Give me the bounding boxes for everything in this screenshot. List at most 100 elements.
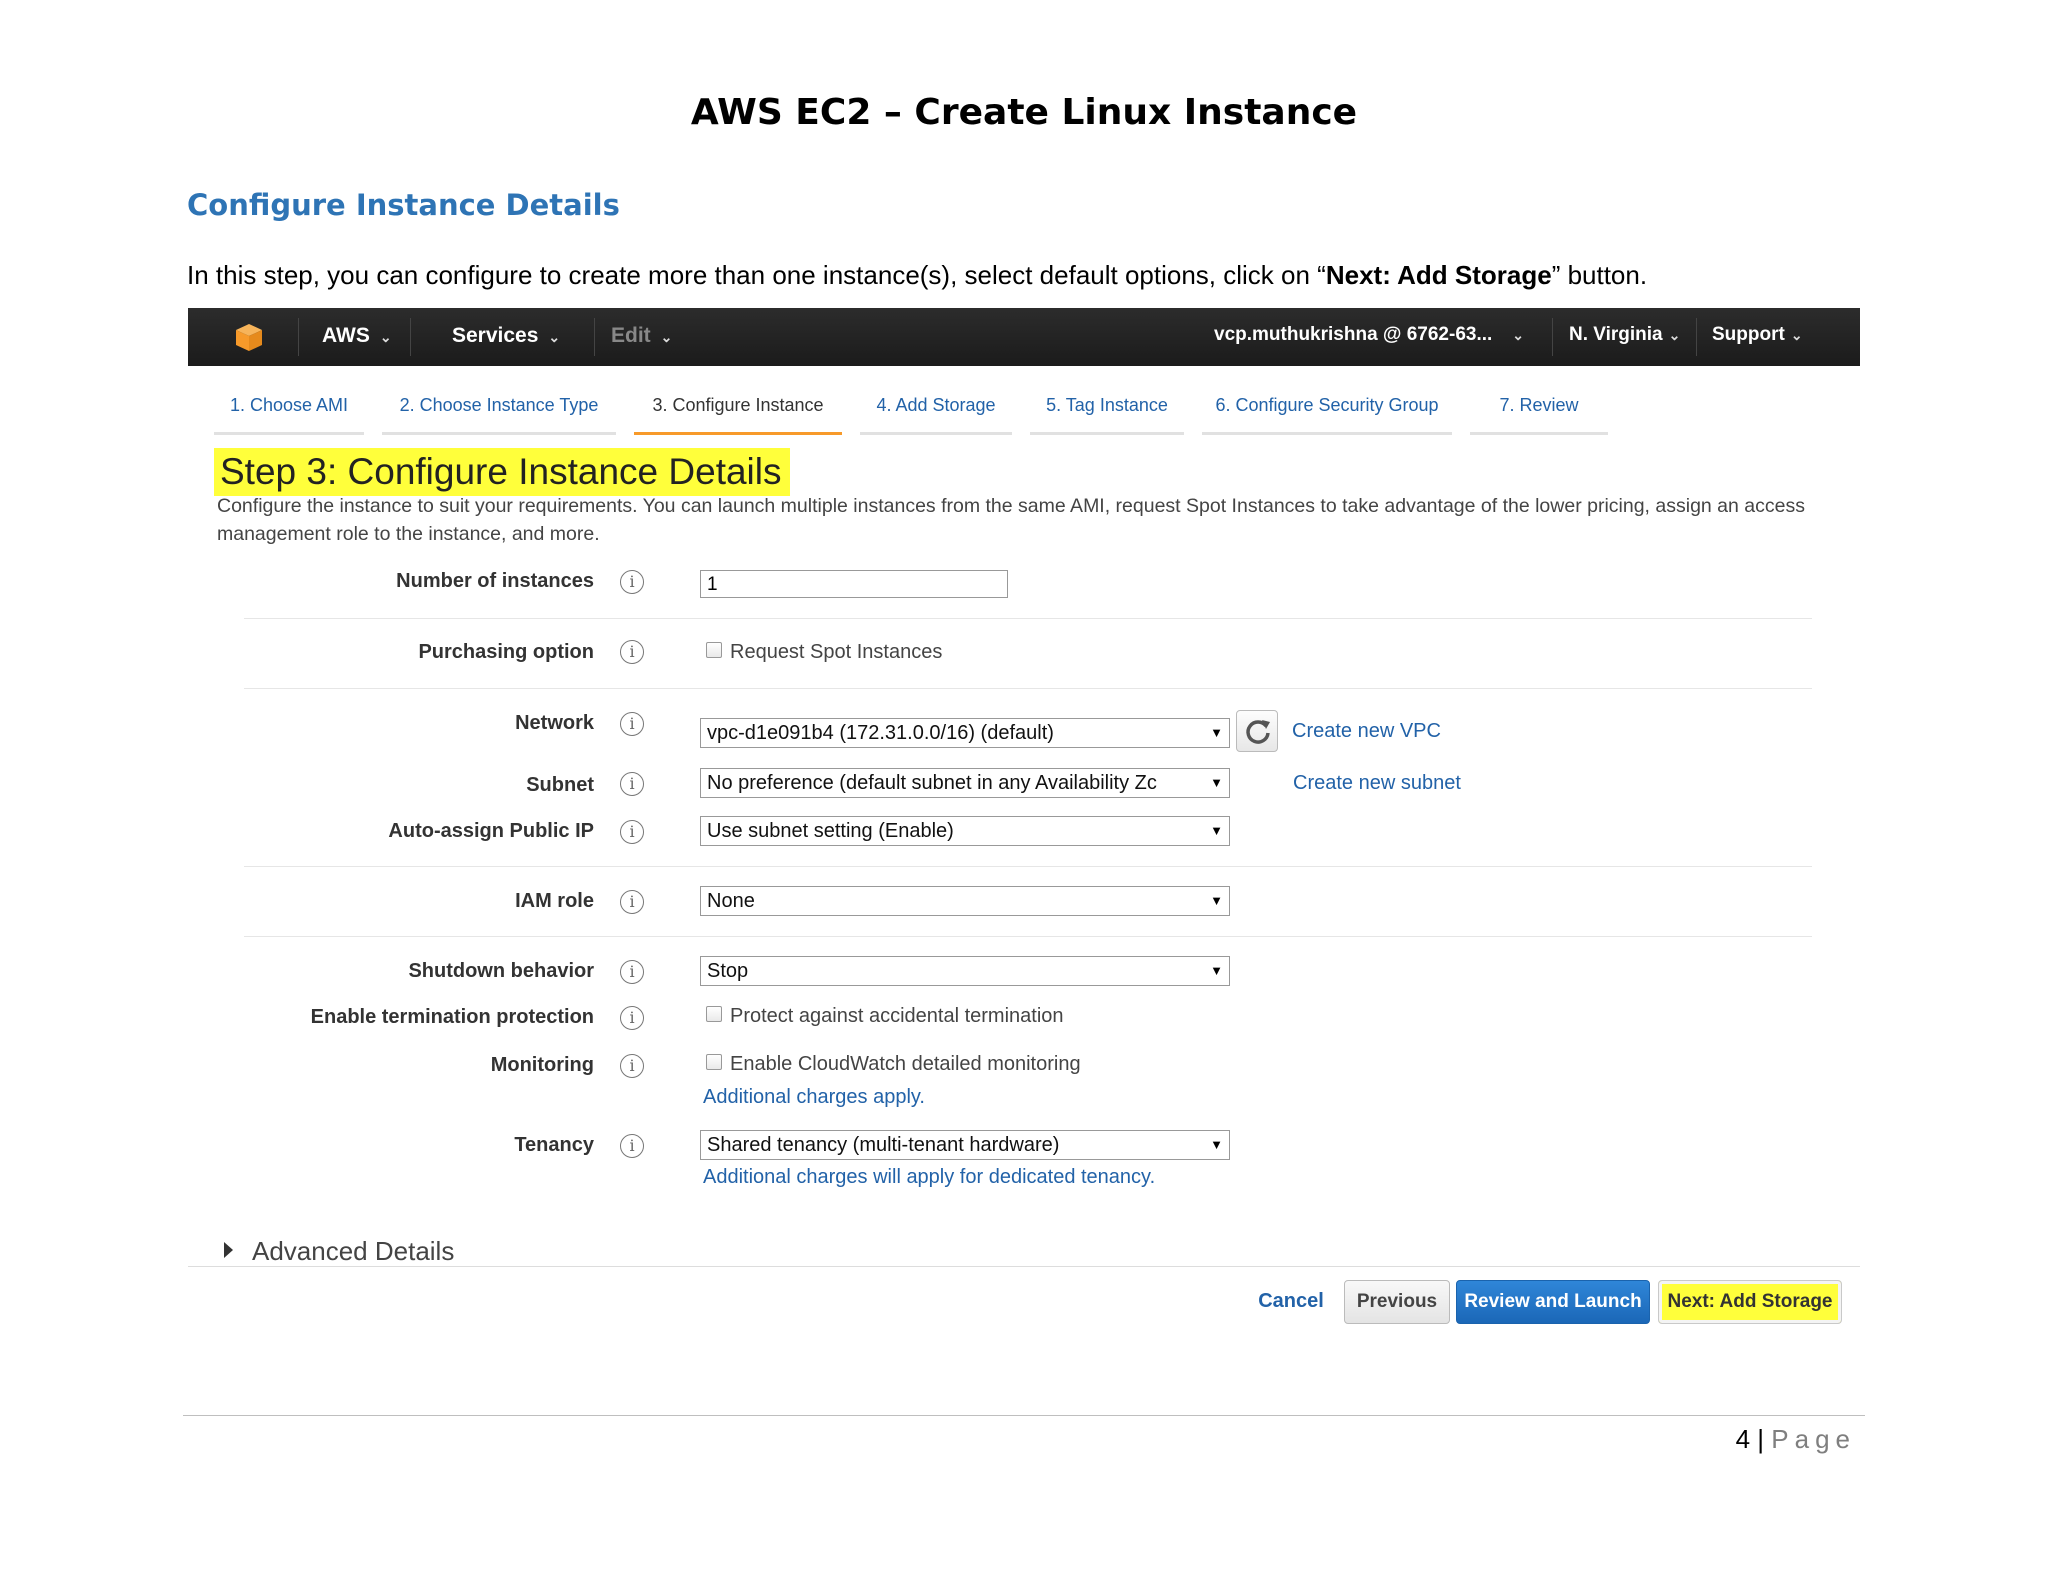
dropdown-arrow-icon: ▼ xyxy=(1210,725,1223,740)
dedicated-tenancy-charges-link[interactable]: Additional charges will apply for dedica… xyxy=(703,1166,1155,1189)
create-new-vpc-link[interactable]: Create new VPC xyxy=(1292,720,1441,743)
cloudwatch-monitoring-checkbox[interactable] xyxy=(706,1054,722,1070)
chevron-down-icon: ⌄ xyxy=(548,329,561,345)
info-icon[interactable]: i xyxy=(620,1054,644,1078)
iam-role-select[interactable]: None ▼ xyxy=(700,886,1230,916)
dropdown-arrow-icon: ▼ xyxy=(1210,963,1223,978)
info-icon[interactable]: i xyxy=(620,960,644,984)
document-title: AWS EC2 – Create Linux Instance xyxy=(690,92,1358,133)
aws-cube-icon[interactable] xyxy=(234,322,264,352)
number-of-instances-input[interactable]: 1 xyxy=(700,570,1008,598)
navbar-divider xyxy=(1552,318,1553,356)
auto-assign-public-ip-value: Use subnet setting (Enable) xyxy=(707,820,954,842)
tenancy-value: Shared tenancy (multi-tenant hardware) xyxy=(707,1134,1060,1156)
services-menu-label: Services xyxy=(452,324,539,347)
cancel-button[interactable]: Cancel xyxy=(1246,1280,1336,1324)
aws-console-screenshot: AWS ⌄ Services ⌄ Edit ⌄ vcp.muthukrishna @ … xyxy=(188,308,1860,1330)
instruction-text-end: ” button. xyxy=(1551,260,1648,290)
info-icon[interactable]: i xyxy=(620,772,644,796)
navbar-divider xyxy=(1696,318,1697,356)
navbar-divider xyxy=(410,318,411,356)
monitoring-label: Monitoring xyxy=(490,1054,594,1076)
tab-configure-instance[interactable]: 3. Configure Instance xyxy=(634,390,842,435)
row-divider xyxy=(244,688,1812,689)
region-menu[interactable]: N. Virginia ⌄ xyxy=(1569,324,1680,346)
refresh-icon xyxy=(1246,720,1270,744)
dropdown-arrow-icon: ▼ xyxy=(1210,823,1223,838)
navbar-divider xyxy=(298,318,299,356)
tab-tag-instance[interactable]: 5. Tag Instance xyxy=(1030,390,1184,435)
chevron-down-icon: ⌄ xyxy=(1668,327,1681,343)
aws-top-navbar: AWS ⌄ Services ⌄ Edit ⌄ vcp.muthukrishna @ … xyxy=(188,308,1860,366)
instruction-text-bold: Next: Add Storage xyxy=(1325,260,1552,290)
refresh-networks-button[interactable] xyxy=(1236,710,1278,752)
info-icon[interactable]: i xyxy=(620,712,644,736)
page-word: Page xyxy=(1771,1424,1856,1454)
termination-protection-checkbox-label: Protect against accidental termination xyxy=(730,1005,1064,1027)
info-icon[interactable]: i xyxy=(620,890,644,914)
account-menu[interactable]: vcp.muthukrishna @ 6762-63... ⌄ xyxy=(1214,324,1524,346)
info-icon[interactable]: i xyxy=(620,1134,644,1158)
tab-choose-instance-type[interactable]: 2. Choose Instance Type xyxy=(382,390,616,435)
iam-role-label: IAM role xyxy=(515,890,594,912)
network-select-value: vpc-d1e091b4 (172.31.0.0/16) (default) xyxy=(707,722,1054,744)
account-menu-label: vcp.muthukrishna @ 6762-63... xyxy=(1214,324,1493,345)
shutdown-behavior-label: Shutdown behavior xyxy=(408,960,594,982)
additional-charges-link[interactable]: Additional charges apply. xyxy=(703,1086,925,1109)
instruction-paragraph: In this step, you can configure to creat… xyxy=(187,260,1647,291)
row-divider xyxy=(244,866,1812,867)
termination-protection-checbox[interactable] xyxy=(706,1006,722,1022)
chevron-down-icon: ⌄ xyxy=(379,329,392,345)
review-and-launch-button[interactable]: Review and Launch xyxy=(1456,1280,1650,1324)
info-icon[interactable]: i xyxy=(620,1006,644,1030)
edit-menu[interactable]: Edit ⌄ xyxy=(611,324,672,348)
support-menu[interactable]: Support ⌄ xyxy=(1712,324,1803,346)
number-of-instances-label: Number of instances xyxy=(396,570,594,592)
tab-review[interactable]: 7. Review xyxy=(1470,390,1608,435)
create-new-subnet-link[interactable]: Create new subnet xyxy=(1293,772,1461,795)
auto-assign-public-ip-label: Auto-assign Public IP xyxy=(388,820,594,842)
network-label: Network xyxy=(515,712,594,734)
info-icon[interactable]: i xyxy=(620,640,644,664)
tenancy-select[interactable]: Shared tenancy (multi-tenant hardware) ▼ xyxy=(700,1130,1230,1160)
page-footer-rule xyxy=(183,1415,1865,1416)
page-number-separator: | xyxy=(1750,1424,1772,1454)
tab-configure-security-group[interactable]: 6. Configure Security Group xyxy=(1202,390,1452,435)
row-divider xyxy=(244,618,1812,619)
step-description: Configure the instance to suit your requ… xyxy=(217,495,1805,545)
subnet-select-value: No preference (default subnet in any Ava… xyxy=(707,772,1157,794)
tenancy-label: Tenancy xyxy=(514,1134,594,1156)
row-divider xyxy=(244,936,1812,937)
expand-caret-icon[interactable] xyxy=(224,1242,233,1258)
navbar-divider xyxy=(594,318,595,356)
tab-add-storage[interactable]: 4. Add Storage xyxy=(860,390,1012,435)
info-icon[interactable]: i xyxy=(620,820,644,844)
dropdown-arrow-icon: ▼ xyxy=(1210,893,1223,908)
subnet-select[interactable]: No preference (default subnet in any Ava… xyxy=(700,768,1230,798)
dropdown-arrow-icon: ▼ xyxy=(1210,1137,1223,1152)
dropdown-arrow-icon: ▼ xyxy=(1210,775,1223,790)
info-icon[interactable]: i xyxy=(620,570,644,594)
services-menu[interactable]: Services ⌄ xyxy=(452,324,560,348)
footer-divider xyxy=(188,1266,1860,1267)
edit-menu-label: Edit xyxy=(611,324,651,347)
subnet-label: Subnet xyxy=(526,774,594,796)
shutdown-behavior-select[interactable]: Stop ▼ xyxy=(700,956,1230,986)
termination-protection-label: Enable termination protection xyxy=(310,1006,594,1028)
purchasing-option-label: Purchasing option xyxy=(418,641,594,663)
cloudwatch-monitoring-label: Enable CloudWatch detailed monitoring xyxy=(730,1053,1081,1075)
page-number-value: 4 xyxy=(1735,1424,1751,1454)
auto-assign-public-ip-select[interactable]: Use subnet setting (Enable) ▼ xyxy=(700,816,1230,846)
advanced-details-toggle[interactable]: Advanced Details xyxy=(252,1236,454,1267)
request-spot-instances-checkbox[interactable] xyxy=(706,642,722,658)
aws-menu-label: AWS xyxy=(322,324,370,347)
iam-role-value: None xyxy=(707,890,755,912)
aws-menu[interactable]: AWS ⌄ xyxy=(322,324,392,348)
region-menu-label: N. Virginia xyxy=(1569,324,1663,345)
network-select[interactable]: vpc-d1e091b4 (172.31.0.0/16) (default) ▼ xyxy=(700,718,1230,748)
request-spot-instances-label: Request Spot Instances xyxy=(730,641,943,663)
next-add-storage-button[interactable]: Next: Add Storage xyxy=(1658,1280,1842,1324)
previous-button[interactable]: Previous xyxy=(1344,1280,1450,1324)
tab-choose-ami[interactable]: 1. Choose AMI xyxy=(214,390,364,435)
section-heading: Configure Instance Details xyxy=(187,188,620,222)
